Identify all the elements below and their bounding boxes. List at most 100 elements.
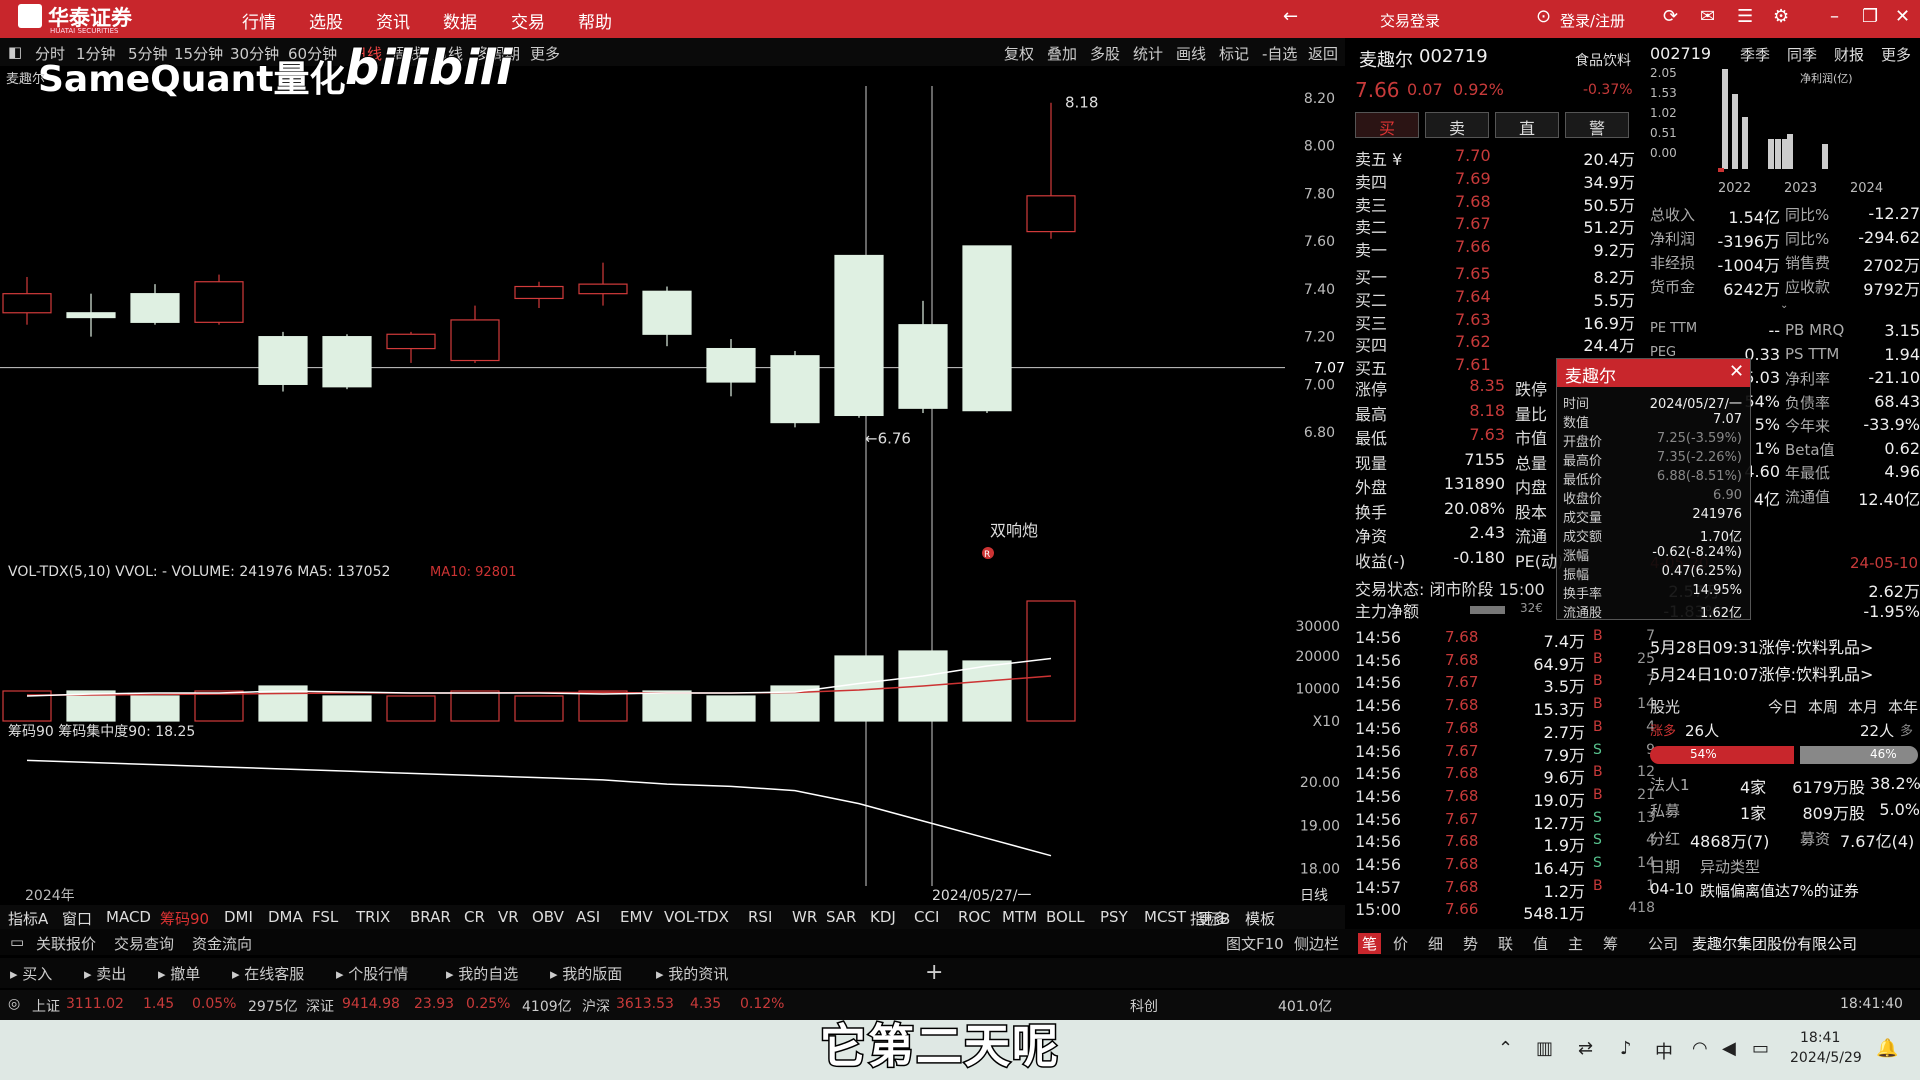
link-trade-query[interactable]: 交易查询 [114, 933, 174, 954]
action-service[interactable]: ▸ 在线客服 [232, 963, 304, 984]
gear-icon[interactable]: ⚙ [1773, 6, 1789, 27]
menu-trade[interactable]: 交易 [511, 8, 545, 33]
login-register-link[interactable]: 登录/注册 [1560, 10, 1625, 31]
ime-indicator[interactable]: 中 [1655, 1038, 1673, 1064]
link-fund-flow[interactable]: 资金流向 [192, 933, 252, 954]
indicator-tab[interactable]: 窗口 [62, 908, 92, 929]
tool-overlay[interactable]: 叠加 [1047, 43, 1077, 64]
side-tab-1[interactable]: 价 [1393, 933, 1408, 954]
indicator-tab[interactable]: KDJ [870, 908, 896, 926]
side-tab-3[interactable]: 势 [1463, 933, 1478, 954]
direct-button[interactable]: 直 [1495, 112, 1559, 138]
sentiment-period-tab[interactable]: 今日 [1768, 696, 1798, 717]
tray-switch-icon[interactable]: ⇄ [1578, 1038, 1593, 1059]
action-news[interactable]: ▸ 我的资讯 [656, 963, 728, 984]
action-buy[interactable]: ▸ 买入 [10, 963, 52, 984]
sentiment-period-tab[interactable]: 本月 [1848, 696, 1878, 717]
panel-icon[interactable]: ▭ [10, 933, 24, 951]
fin-tab[interactable]: 财报 [1834, 44, 1864, 65]
side-tab-4[interactable]: 联 [1498, 933, 1513, 954]
side-tab-5[interactable]: 值 [1533, 933, 1548, 954]
kc-label[interactable]: 科创 [1130, 996, 1158, 1016]
fin-tab[interactable]: 更多 [1881, 44, 1911, 65]
news-item[interactable]: 5月24日10:07涨停:饮料乳品> [1650, 661, 1873, 685]
action-layout[interactable]: ▸ 我的版面 [550, 963, 622, 984]
indicator-tab[interactable]: VOL-TDX [664, 908, 729, 926]
close-icon[interactable]: ✕ [1895, 6, 1910, 27]
menu-data[interactable]: 数据 [443, 8, 477, 33]
template-tab[interactable]: 模板 [1245, 908, 1275, 929]
indicator-tab[interactable]: DMA [268, 908, 303, 926]
indicator-tab[interactable]: MCST [1144, 908, 1186, 926]
taskbar-date[interactable]: 2024/5/29 [1790, 1050, 1862, 1066]
user-icon[interactable]: ⊙ [1536, 6, 1551, 27]
indicator-tab[interactable]: DMI [224, 908, 253, 926]
trade-login-link[interactable]: 交易登录 [1380, 10, 1440, 31]
collapse-icon[interactable]: ◧ [8, 43, 22, 61]
volume-icon[interactable]: ◀ [1722, 1038, 1736, 1059]
taskbar-time[interactable]: 18:41 [1800, 1030, 1840, 1046]
fin-tab[interactable]: 同季 [1787, 44, 1817, 65]
indicator-tab[interactable]: 指标A [8, 908, 48, 929]
list-icon[interactable]: ☰ [1737, 6, 1753, 27]
hs-label[interactable]: 沪深 [582, 996, 610, 1016]
indicator-tab[interactable]: TRIX [356, 908, 390, 926]
mic-icon[interactable]: ♪ [1620, 1038, 1632, 1059]
menu-help[interactable]: 帮助 [578, 8, 612, 33]
indicator-tab[interactable]: WR [792, 908, 817, 926]
indicator-tab[interactable]: EMV [620, 908, 653, 926]
indicator-tab[interactable]: PSY [1100, 908, 1128, 926]
tool-watchlist[interactable]: -自选 [1262, 43, 1297, 64]
indicator-tab[interactable]: RSI [748, 908, 772, 926]
indicator-tab[interactable]: CR [464, 908, 485, 926]
side-tab-2[interactable]: 细 [1428, 933, 1443, 954]
indicator-tab[interactable]: BOLL [1046, 908, 1085, 926]
menu-news[interactable]: 资讯 [376, 8, 410, 33]
indicator-tab[interactable]: MTM [1002, 908, 1037, 926]
fin-tab[interactable]: 季季 [1740, 44, 1770, 65]
tool-adjust[interactable]: 复权 [1004, 43, 1034, 64]
notification-icon[interactable]: 🔔 [1876, 1038, 1898, 1059]
tab-sidebar[interactable]: 侧边栏 [1294, 933, 1339, 954]
popup-close-icon[interactable]: ✕ [1729, 361, 1744, 382]
tray-app-icon[interactable]: ▥ [1536, 1038, 1553, 1059]
back-arrow-icon[interactable]: ← [1283, 6, 1298, 27]
indicator-tab[interactable]: 筹码90 [160, 908, 209, 929]
tool-mark[interactable]: 标记 [1219, 43, 1249, 64]
side-tab-7[interactable]: 筹 [1603, 933, 1618, 954]
tab-f10[interactable]: 图文F10 [1226, 933, 1284, 954]
maximize-icon[interactable]: ❐ [1862, 6, 1878, 27]
indicator-b-tab[interactable]: 指标B [1190, 908, 1230, 929]
action-cancel[interactable]: ▸ 撤单 [158, 963, 200, 984]
menu-stock-picker[interactable]: 选股 [309, 8, 343, 33]
wifi-icon[interactable]: ◠ [1692, 1038, 1708, 1059]
period-more[interactable]: 更多 [530, 43, 560, 64]
sh-label[interactable]: 上证 [32, 996, 60, 1016]
tool-draw[interactable]: 画线 [1176, 43, 1206, 64]
minimize-icon[interactable]: – [1830, 6, 1839, 27]
side-tab-6[interactable]: 主 [1568, 933, 1583, 954]
indicator-tab[interactable]: FSL [312, 908, 338, 926]
mail-icon[interactable]: ✉ [1700, 6, 1715, 27]
action-sell[interactable]: ▸ 卖出 [84, 963, 126, 984]
candlestick-chart[interactable]: 8.20 8.00 7.80 7.60 7.40 7.20 7.00 6.80 7.07 8.18… [0, 66, 1345, 906]
sector-name[interactable]: 食品饮料 [1575, 50, 1631, 70]
indicator-tab[interactable]: SAR [826, 908, 856, 926]
indicator-tab[interactable]: VR [498, 908, 519, 926]
tray-chevron-icon[interactable]: ⌃ [1498, 1038, 1513, 1059]
indicator-tab[interactable]: OBV [532, 908, 564, 926]
expand-chevron-icon[interactable]: ⌄ [1780, 300, 1788, 311]
action-star[interactable]: ▸ 我的自选 [446, 963, 518, 984]
tool-multi[interactable]: 多股 [1090, 43, 1120, 64]
action-quote[interactable]: ▸ 个股行情 [336, 963, 408, 984]
indicator-tab[interactable]: MACD [106, 908, 151, 926]
refresh-icon[interactable]: ⟳ [1663, 6, 1678, 27]
sentiment-period-tab[interactable]: 本年 [1888, 696, 1918, 717]
battery-icon[interactable]: ▭ [1752, 1038, 1769, 1059]
alert-button[interactable]: 警 [1565, 112, 1629, 138]
indicator-tab[interactable]: BRAR [410, 908, 451, 926]
tool-stats[interactable]: 统计 [1133, 43, 1163, 64]
tool-back[interactable]: 返回 [1308, 43, 1338, 64]
chart-area[interactable]: 8.20 8.00 7.80 7.60 7.40 7.20 7.00 6.80 7.07 8.18… [0, 66, 1345, 906]
indicator-tab[interactable]: ASI [576, 908, 600, 926]
